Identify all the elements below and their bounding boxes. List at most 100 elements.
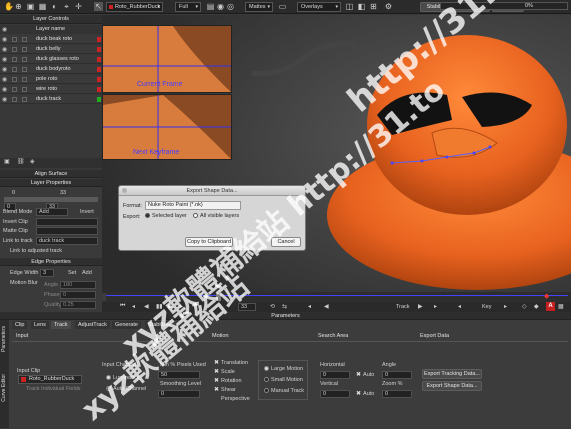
cursor-icon[interactable]: ⌖ [62, 2, 71, 11]
overlays-dropdown[interactable]: Overlays [297, 2, 341, 12]
play-icon[interactable]: ▶ [168, 303, 173, 310]
visibility-eye-icon[interactable]: ◉ [2, 86, 7, 93]
pause-icon[interactable]: ▮▮ [156, 303, 163, 310]
phase-field[interactable]: 0 [60, 291, 96, 299]
autokey-icon[interactable]: A [546, 302, 555, 311]
tab-lens[interactable]: Lens [31, 321, 49, 329]
go-to-start-icon[interactable]: ⏮ [120, 303, 125, 310]
export-tracking-data-button[interactable]: Export Tracking Data... [422, 369, 482, 379]
tab-stabilize[interactable]: Stabilize [145, 321, 172, 329]
resolution-dropdown[interactable]: Full [175, 2, 201, 12]
export-shape-data-button[interactable]: Export Shape Data... [422, 381, 482, 391]
angle-field[interactable]: 180 [60, 281, 96, 289]
timeline-track[interactable]: ◆ [102, 292, 571, 302]
lock-icon[interactable]: ▣ [4, 158, 10, 165]
frame-field[interactable]: 33 [238, 303, 256, 311]
channel-icon[interactable]: ◎ [226, 2, 235, 11]
vertical-auto-checkbox[interactable]: ✖ Auto [356, 390, 374, 397]
hand-icon[interactable]: ✋ [4, 2, 14, 11]
horizontal-auto-checkbox[interactable]: ✖ Auto [356, 371, 374, 378]
color-icon[interactable]: ◉ [216, 2, 225, 11]
angle-search-field[interactable]: 0 [382, 371, 412, 379]
mask-icon[interactable]: ◧ [357, 2, 366, 11]
lock-checkbox[interactable] [12, 47, 17, 52]
matte-display-icon[interactable]: ▭ [278, 2, 287, 11]
step-forward-icon[interactable]: ▸ [180, 303, 183, 310]
layer-row[interactable]: ◉ duck bodyroto [0, 65, 102, 74]
motion-blur-label[interactable]: Motion Blur [10, 280, 38, 286]
settings-key-icon[interactable]: ▦ [558, 303, 564, 310]
blend-mode-dropdown[interactable]: Add [36, 208, 68, 216]
smoothing-field[interactable]: 0 [158, 390, 200, 398]
overlay-toggle-icon[interactable]: ◫ [345, 2, 354, 11]
side-tab-curve-editor[interactable]: Curve Editor [1, 374, 7, 402]
layer-row[interactable]: ◉ duck track [0, 95, 102, 104]
manual-track-radio[interactable]: Manual Track [264, 388, 304, 394]
all-visible-layers-radio[interactable]: All visible layers [193, 213, 239, 219]
visibility-eye-icon[interactable]: ◉ [2, 56, 7, 63]
lock-checkbox[interactable] [12, 97, 17, 102]
layer-select-dropdown[interactable]: Roto_RubberDuck [106, 2, 163, 12]
visibility-eye-icon[interactable]: ◉ [2, 36, 7, 43]
grid-icon[interactable]: ▦ [38, 2, 47, 11]
step-back-icon[interactable]: ◂ [132, 303, 135, 310]
layer-row[interactable]: ◉ duck beak roto [0, 35, 102, 44]
vertical-field[interactable]: 0 [320, 390, 350, 398]
zoom-icon[interactable]: ⊕ [14, 2, 23, 11]
matte-clip-dropdown[interactable] [36, 227, 98, 235]
invert-label[interactable]: Invert [80, 209, 94, 215]
key-forward-icon[interactable]: ▸ [504, 303, 507, 310]
link-icon[interactable]: ⛓ [17, 158, 25, 165]
large-motion-radio[interactable]: Large Motion [264, 366, 303, 372]
delete-key-icon[interactable]: ◆ [534, 303, 539, 310]
track-forward-step-icon[interactable]: ▸ [434, 303, 437, 310]
translation-checkbox[interactable]: ✖ Translation [214, 359, 248, 366]
track-back-fast-icon[interactable]: ◀ [324, 303, 329, 310]
horizontal-field[interactable]: 0 [320, 371, 350, 379]
input-clip-dropdown[interactable]: Roto_RubberDuck [18, 375, 82, 384]
visibility-eye-icon[interactable]: ◉ [2, 66, 7, 73]
solo-checkbox[interactable] [22, 37, 27, 42]
min-pixels-field[interactable]: 50 [158, 371, 200, 379]
tab-track[interactable]: Track [51, 321, 71, 329]
view-icon[interactable]: ▤ [206, 2, 215, 11]
visibility-eye-icon[interactable]: ◉ [2, 46, 7, 53]
select-arrow-icon[interactable]: ↖ [94, 2, 103, 11]
copy-to-clipboard-button[interactable]: Copy to Clipboard [185, 237, 233, 247]
selected-layer-radio[interactable]: Selected layer [145, 213, 187, 219]
go-to-end-icon[interactable]: ⏭ [192, 303, 197, 310]
frame-range-slider[interactable] [4, 197, 98, 202]
track-back-icon[interactable]: ◂ [308, 303, 311, 310]
luminance-radio[interactable]: Luminance [106, 375, 140, 381]
tab-adjusttrack[interactable]: AdjustTrack [75, 321, 110, 329]
playhead[interactable] [216, 293, 221, 301]
tab-generate[interactable]: Generate [112, 321, 141, 329]
contrast-icon[interactable]: ◐ [50, 2, 59, 11]
edge-add-button[interactable]: Add [82, 270, 92, 276]
solo-checkbox[interactable] [22, 47, 27, 52]
solo-checkbox[interactable] [22, 67, 27, 72]
invert-clip-dropdown[interactable] [36, 218, 98, 226]
frame-icon[interactable]: ▣ [26, 2, 35, 11]
lock-checkbox[interactable] [12, 37, 17, 42]
scale-checkbox[interactable]: ✖ Scale [214, 368, 235, 375]
perspective-checkbox[interactable]: ✖Perspective [214, 395, 250, 402]
key-back-icon[interactable]: ◂ [458, 303, 461, 310]
align-surface-header[interactable]: Align Surface [0, 170, 102, 178]
edge-set-button[interactable]: Set [68, 270, 76, 276]
loop-icon[interactable]: ⟲ [270, 303, 275, 310]
keyframe-marker[interactable]: ◆ [544, 293, 549, 301]
solo-checkbox[interactable] [22, 57, 27, 62]
options-icon[interactable]: ⚙ [384, 2, 393, 11]
side-tab-parameters[interactable]: Parameters [1, 326, 7, 352]
lock-checkbox[interactable] [12, 87, 17, 92]
solo-checkbox[interactable] [22, 77, 27, 82]
add-key-icon[interactable]: ◇ [522, 303, 527, 310]
move-icon[interactable]: ✛ [74, 2, 83, 11]
visibility-eye-icon[interactable]: ◉ [2, 76, 7, 83]
layer-row[interactable]: ◉ wire roto [0, 85, 102, 94]
lock-checkbox[interactable] [12, 57, 17, 62]
format-dropdown[interactable]: Nuke Roto Paint (*.nk) [145, 201, 241, 210]
cancel-button[interactable]: Cancel [271, 237, 301, 247]
visibility-eye-icon[interactable]: ◉ [2, 96, 7, 103]
